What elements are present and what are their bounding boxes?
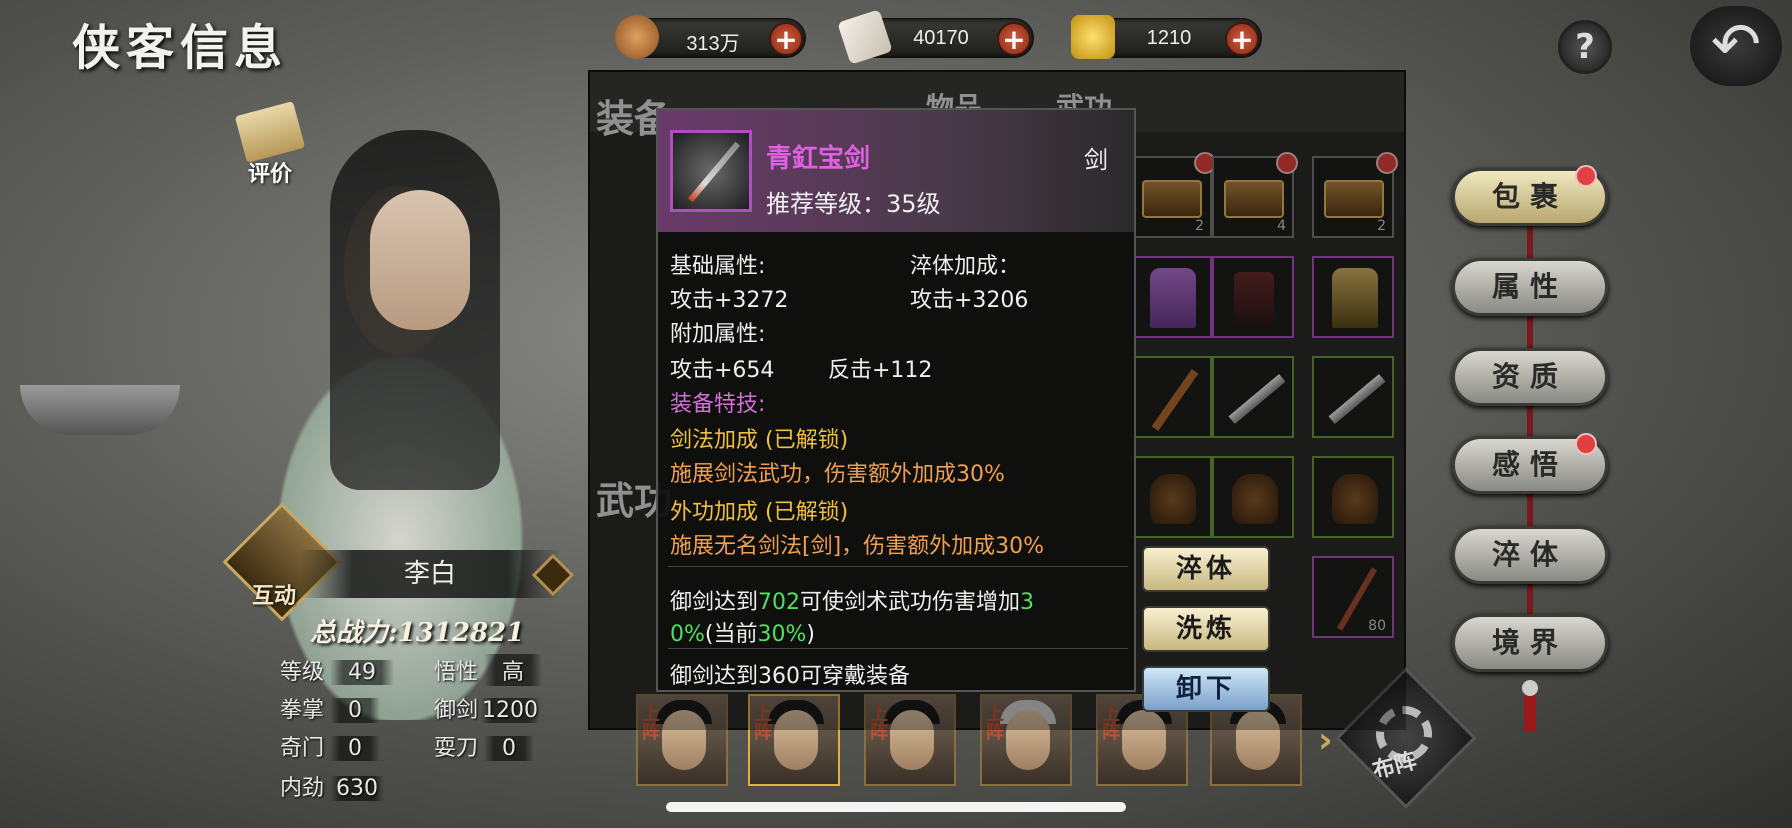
stat-wuxing: 悟性高	[434, 654, 543, 686]
question-icon[interactable]: ?	[1558, 20, 1612, 74]
page-title: 侠客信息	[72, 20, 289, 76]
total-power: 总战力:1312821	[310, 618, 525, 648]
evaluate-label: 评价	[247, 161, 292, 187]
gold-ingot-icon	[1071, 15, 1115, 59]
stat-qimen: 奇门 0	[280, 730, 381, 761]
temper-button[interactable]: 淬体	[1142, 546, 1270, 592]
base-attr-label: 基础属性:	[670, 254, 766, 279]
evaluate-button[interactable]: 评价	[230, 101, 310, 188]
menu-tassel	[1524, 696, 1536, 732]
extra-counter-value: 反击+112	[828, 358, 933, 383]
skill1-desc: 施展剑法武功，伤害额外加成30%	[670, 462, 1005, 487]
ticket-icon	[837, 9, 893, 65]
hero-name-bar: 李白	[300, 550, 560, 598]
stat-quanzhang: 拳掌 0	[280, 692, 381, 723]
item-icon	[670, 130, 752, 212]
refine-button[interactable]: 洗炼	[1142, 606, 1270, 652]
hero-face	[370, 190, 470, 330]
back-arrow-icon[interactable]: ↶	[1690, 6, 1782, 86]
temper-attack-value: 攻击+3206	[910, 288, 1029, 313]
sword-icon	[687, 141, 741, 203]
temper-bonus-label: 淬体加成：	[910, 254, 1021, 279]
menu-bag-button[interactable]: 包裹	[1452, 165, 1608, 226]
stat-level: 等级 49	[280, 654, 395, 685]
resource-copper: 313万 +	[615, 15, 806, 59]
book-icon	[234, 101, 306, 163]
notification-dot	[1575, 433, 1597, 455]
unequip-button[interactable]: 卸下	[1142, 666, 1270, 712]
resource-ticket: 40170 +	[837, 9, 1034, 65]
menu-temper-button[interactable]: 淬体	[1452, 526, 1608, 584]
resource-value: 313万	[686, 33, 740, 55]
stat-shuadao: 耍刀 0	[434, 730, 535, 761]
sword-bonus-line2: 0%(当前30%)	[670, 622, 815, 647]
wear-requirement: 御剑达到360可穿戴装备	[670, 664, 910, 689]
hero-name: 李白	[403, 559, 456, 589]
item-tooltip: 青釭宝剑 剑 推荐等级：35级 基础属性: 淬体加成： 攻击+3272 攻击+3…	[656, 108, 1136, 692]
menu-attributes-button[interactable]: 属性	[1452, 258, 1608, 316]
home-indicator[interactable]	[666, 802, 1126, 812]
divider	[668, 566, 1128, 567]
skill2-desc: 施展无名剑法[剑]，伤害额外加成30%	[670, 534, 1045, 559]
menu-pendant	[1522, 680, 1538, 696]
resource-value: 40170	[913, 27, 969, 49]
skill2-title: 外功加成 (已解锁)	[670, 500, 849, 525]
add-gold-button[interactable]: +	[1225, 22, 1259, 56]
menu-realm-button[interactable]: 境界	[1452, 614, 1608, 672]
interact-label: 互动	[252, 583, 297, 609]
skill-label: 装备特技:	[670, 392, 766, 417]
stat-yujian: 御剑 1200	[434, 698, 541, 723]
sword-bonus-line1: 御剑达到702可使剑术武功伤害增加3	[670, 590, 1035, 615]
copper-coin-icon	[615, 15, 659, 59]
extra-attr-label: 附加属性:	[670, 322, 766, 347]
menu-aptitude-button[interactable]: 资质	[1452, 348, 1608, 406]
wine-bowl	[20, 385, 180, 435]
add-copper-button[interactable]: +	[769, 22, 803, 56]
item-recommended-level: 推荐等级：35级	[766, 190, 941, 218]
menu-insight-button[interactable]: 感悟	[1452, 433, 1608, 494]
base-attack-value: 攻击+3272	[670, 288, 789, 313]
divider	[668, 648, 1128, 649]
item-name: 青釭宝剑	[766, 144, 871, 174]
extra-attack-value: 攻击+654	[670, 358, 775, 383]
stat-neijin: 内劲 630	[280, 770, 385, 801]
resource-gold: 1210 +	[1071, 15, 1262, 59]
add-ticket-button[interactable]: +	[997, 22, 1031, 56]
resource-value: 1210	[1146, 27, 1192, 49]
notification-dot	[1575, 165, 1597, 187]
item-type: 剑	[1084, 146, 1108, 174]
skill1-title: 剑法加成 (已解锁)	[670, 428, 849, 453]
